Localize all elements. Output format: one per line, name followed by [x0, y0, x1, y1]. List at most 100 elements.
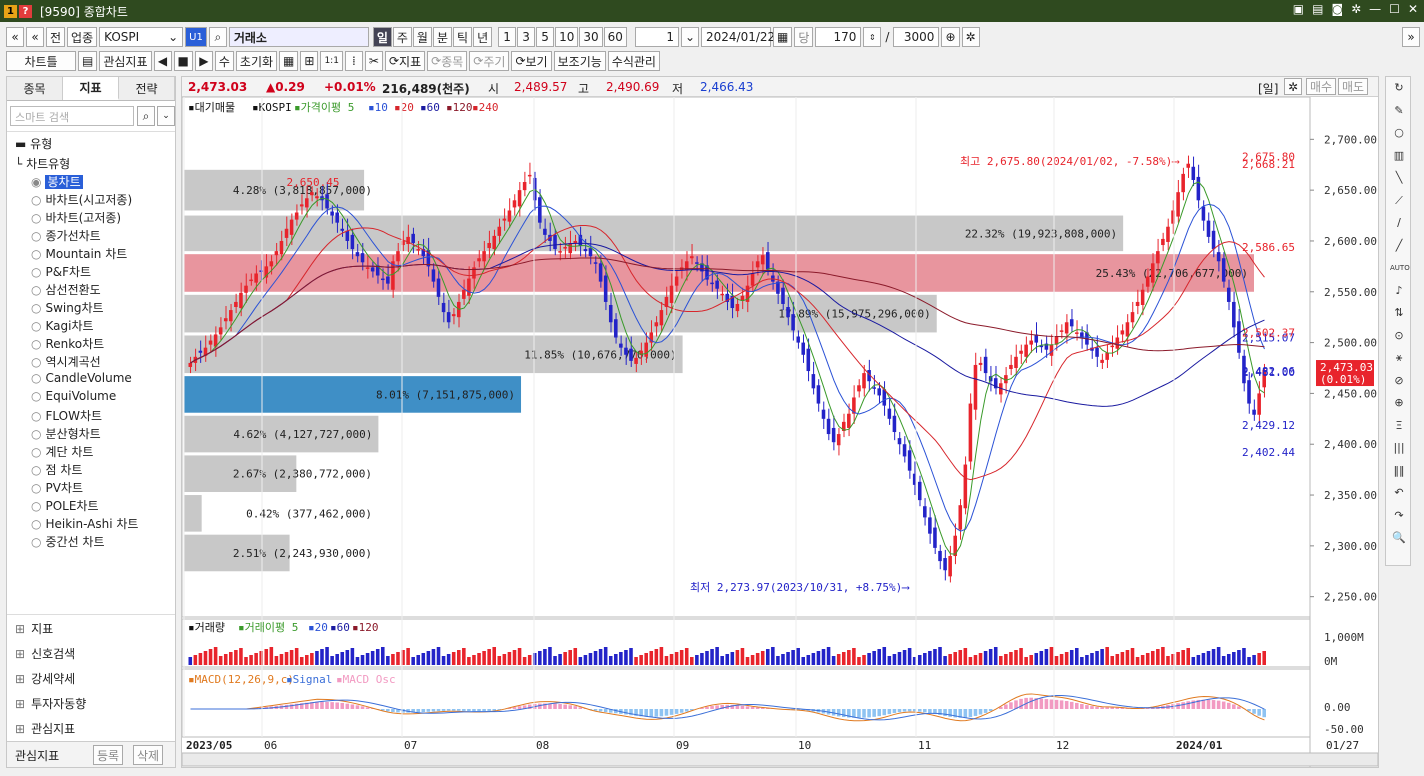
drawing-tool-icon[interactable]: ⊙ — [1390, 327, 1408, 345]
su-button[interactable]: 수 — [214, 51, 234, 71]
chart-type-item[interactable]: ○ 역시계곡선 — [31, 353, 101, 370]
zoom-search-icon[interactable]: ⊕ — [941, 27, 960, 47]
period-button-일[interactable]: 일 — [372, 27, 392, 47]
window-icon[interactable]: ▤ — [1312, 2, 1323, 16]
aux-function-button[interactable]: 보조기능 — [553, 51, 606, 71]
drawing-tool-icon[interactable]: AUTO — [1390, 259, 1410, 277]
drawing-tool-icon[interactable]: ‖‖ — [1390, 462, 1408, 480]
chart-type-item[interactable]: ○ Renko차트 — [31, 335, 104, 352]
chart-type-item[interactable]: ○ Heikin-Ashi 차트 — [31, 515, 138, 532]
chart-type-item[interactable]: ○ 바차트(시고저종) — [31, 191, 132, 208]
gear-icon[interactable]: ✲ — [1351, 2, 1361, 16]
save-icon[interactable]: ▤ — [78, 51, 98, 71]
drawing-tool-icon[interactable]: ⊘ — [1390, 372, 1408, 390]
sidebar-section[interactable]: ⊞ 지표 — [15, 620, 53, 637]
expand-right-icon[interactable]: » — [1402, 27, 1420, 47]
chart-type-item[interactable]: ○ POLE차트 — [31, 497, 99, 514]
calendar-icon[interactable]: ▦ — [773, 27, 793, 47]
chart-type-item[interactable]: ◉ 봉차트 — [31, 173, 83, 190]
sector-button[interactable]: 업종 — [67, 27, 98, 47]
sidebar-section[interactable]: ⊞ 관심지표 — [15, 720, 75, 737]
nav-up-button[interactable]: « — [26, 27, 44, 47]
chart-type-item[interactable]: ○ 분산형차트 — [31, 425, 101, 442]
tree-parent-chart-type[interactable]: └ 차트유형 — [15, 155, 70, 172]
favorites-indicator-button[interactable]: 관심지표 — [99, 51, 152, 71]
drawing-tool-icon[interactable]: ╱ — [1390, 237, 1408, 255]
exchange-field[interactable]: 거래소 — [228, 27, 369, 47]
period-button-분[interactable]: 분 — [432, 27, 453, 47]
buy-button[interactable]: 매수 — [1306, 78, 1337, 95]
formula-manage-button[interactable]: 수식관리 — [607, 51, 660, 71]
drawing-tool-icon[interactable]: ↷ — [1390, 507, 1408, 525]
sidebar-tab-종목[interactable]: 종목 — [7, 77, 63, 100]
drawing-tool-icon[interactable]: ↻ — [1390, 79, 1408, 97]
drawing-tool-icon[interactable]: ✎ — [1390, 102, 1408, 120]
drawing-tool-icon[interactable]: ⚹ — [1390, 349, 1408, 367]
chart-type-item[interactable]: ○ CandleVolume — [31, 371, 132, 385]
reset-button[interactable]: 초기화 — [235, 51, 278, 71]
register-button[interactable]: 등록 — [93, 745, 124, 765]
interval-button-10[interactable]: 10 — [555, 27, 579, 47]
period-button-주[interactable]: 주 — [392, 27, 412, 47]
interval-input[interactable]: 1 — [634, 27, 679, 47]
total-input[interactable]: 3000 — [893, 27, 940, 47]
drawing-tool-icon[interactable]: ↶ — [1390, 484, 1408, 502]
drawing-tool-icon[interactable]: 🔍 — [1390, 529, 1408, 547]
market-select[interactable]: KOSPI ⌄ — [99, 27, 184, 47]
link-icon[interactable]: U1 — [185, 27, 207, 47]
period-button-년[interactable]: 년 — [473, 27, 493, 47]
interval-dropdown-icon[interactable]: ⌄ — [680, 27, 700, 47]
split-icon[interactable]: ⊞ — [300, 51, 319, 71]
scissors-icon[interactable]: ✂ — [364, 51, 383, 71]
period-button-틱[interactable]: 틱 — [453, 27, 473, 47]
sidebar-section[interactable]: ⊞ 투자자동향 — [15, 695, 86, 712]
count-label-button[interactable]: 당 — [794, 27, 814, 47]
count-input[interactable]: 170 — [815, 27, 862, 47]
count-stepper[interactable]: ⇕ — [863, 27, 882, 47]
sidebar-section[interactable]: ⊞ 신호검색 — [15, 645, 75, 662]
crosshair-icon[interactable]: ⁞ — [344, 51, 363, 71]
help-badge-icon[interactable]: ? — [19, 4, 32, 18]
scroll-left-icon[interactable]: ◀ — [153, 51, 172, 71]
scroll-right-icon[interactable]: ▶ — [194, 51, 213, 71]
sidebar-tab-지표[interactable]: 지표 — [63, 77, 119, 100]
search-icon[interactable]: ⌕ — [208, 27, 227, 47]
one-to-one-icon[interactable]: 1:1 — [320, 51, 343, 71]
sidebar-tab-전략[interactable]: 전략 — [119, 77, 175, 100]
chart-svg[interactable]: 4.28% (3,818,857,000)22.32% (19,923,808,… — [182, 97, 1378, 767]
delete-button[interactable]: 삭제 — [133, 745, 164, 765]
drawing-tool-icon[interactable]: ○ — [1390, 124, 1408, 142]
chart-area[interactable]: 2,473.03 ▲0.29 +0.01% 216,489(천주) 시 2,48… — [181, 76, 1379, 768]
drawing-tool-icon[interactable]: ╲ — [1390, 169, 1408, 187]
drawing-tool-icon[interactable]: ⊕ — [1390, 394, 1408, 412]
chart-template-button[interactable]: 차트틀 — [6, 51, 76, 71]
chart-type-item[interactable]: ○ Swing차트 — [31, 299, 104, 316]
sidebar-section[interactable]: ⊞ 강세약세 — [15, 670, 75, 687]
drawing-tool-icon[interactable]: ▥ — [1390, 147, 1408, 165]
smart-search-input[interactable]: 스마트 검색 — [10, 106, 134, 126]
chart-type-item[interactable]: ○ PV차트 — [31, 479, 83, 496]
chart-type-item[interactable]: ○ 바차트(고저종) — [31, 209, 121, 226]
drawing-tool-icon[interactable]: ∕ — [1390, 214, 1408, 232]
chart-type-item[interactable]: ○ 계단 차트 — [31, 443, 93, 460]
tile-icon[interactable]: ▣ — [1293, 2, 1304, 16]
camera-icon[interactable]: ◙ — [1331, 2, 1343, 16]
period-button-월[interactable]: 월 — [412, 27, 432, 47]
view-button[interactable]: ⟳ 보기 — [511, 51, 552, 71]
prev-button[interactable]: 전 — [46, 27, 66, 47]
drawing-tool-icon[interactable]: Ξ — [1390, 417, 1408, 435]
drawing-tool-icon[interactable]: ||| — [1390, 439, 1408, 457]
chart-type-item[interactable]: ○ Kagi차트 — [31, 317, 94, 334]
settings-icon[interactable]: ✲ — [961, 27, 980, 47]
maximize-icon[interactable]: ☐ — [1389, 2, 1400, 16]
interval-button-5[interactable]: 5 — [536, 27, 555, 47]
section-type[interactable]: ▬ 유형 — [15, 135, 52, 152]
grid-icon[interactable]: ▦ — [279, 51, 299, 71]
interval-button-3[interactable]: 3 — [517, 27, 536, 47]
chart-type-item[interactable]: ○ 중간선 차트 — [31, 533, 105, 550]
chart-settings-icon[interactable]: ✲ — [1284, 78, 1303, 95]
date-input[interactable]: 2024/01/22 — [701, 27, 775, 47]
nav-first-button[interactable]: « — [6, 27, 24, 47]
minimize-icon[interactable]: — — [1369, 2, 1381, 16]
chart-type-item[interactable]: ○ Mountain 차트 — [31, 245, 127, 262]
